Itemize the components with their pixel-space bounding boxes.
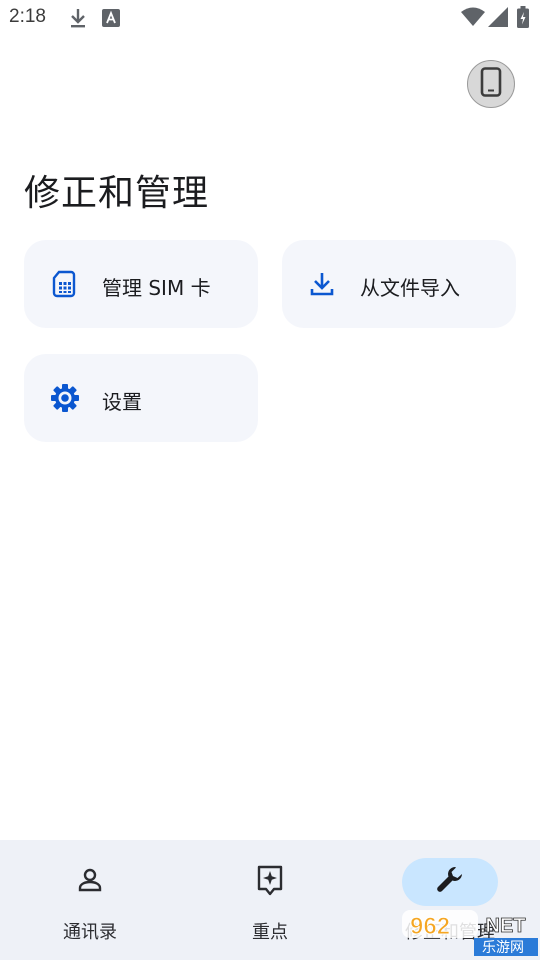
wifi-icon: [461, 7, 485, 31]
nav-icon-container: [222, 858, 318, 906]
manage-sim-label: 管理 SIM 卡: [102, 276, 211, 300]
device-account-button[interactable]: [467, 60, 515, 108]
manage-sim-card-button[interactable]: 管理 SIM 卡: [24, 240, 258, 328]
sim-card-icon: [50, 270, 78, 298]
gear-icon: [50, 383, 79, 412]
wrench-icon: [435, 865, 465, 899]
signal-icon: [488, 7, 508, 31]
watermark-logo: 962 .NET 乐游网: [402, 908, 540, 956]
svg-text:962: 962: [410, 913, 450, 940]
settings-label: 设置: [102, 390, 142, 414]
download-icon: [68, 7, 88, 33]
download-icon: [308, 270, 336, 298]
page-title: 修正和管理: [24, 173, 210, 215]
svg-text:乐游网: 乐游网: [482, 940, 524, 956]
nav-label-contacts: 通讯录: [63, 922, 117, 943]
settings-button[interactable]: 设置: [24, 354, 258, 442]
text-a-icon: [102, 9, 120, 31]
status-bar: 2:18: [0, 0, 540, 36]
phone-icon: [480, 67, 502, 101]
person-icon: [76, 866, 104, 898]
import-from-file-button[interactable]: 从文件导入: [282, 240, 516, 328]
nav-label-highlights: 重点: [252, 922, 288, 943]
sparkle-icon: [255, 864, 285, 900]
status-time: 2:18: [9, 6, 46, 27]
svg-text:.NET: .NET: [480, 915, 526, 937]
import-from-file-label: 从文件导入: [360, 276, 460, 300]
battery-icon: [517, 6, 529, 32]
nav-item-contacts[interactable]: 通讯录: [0, 840, 180, 960]
nav-icon-container-active: [402, 858, 498, 906]
nav-icon-container: [42, 858, 138, 906]
nav-item-highlights[interactable]: 重点: [180, 840, 360, 960]
